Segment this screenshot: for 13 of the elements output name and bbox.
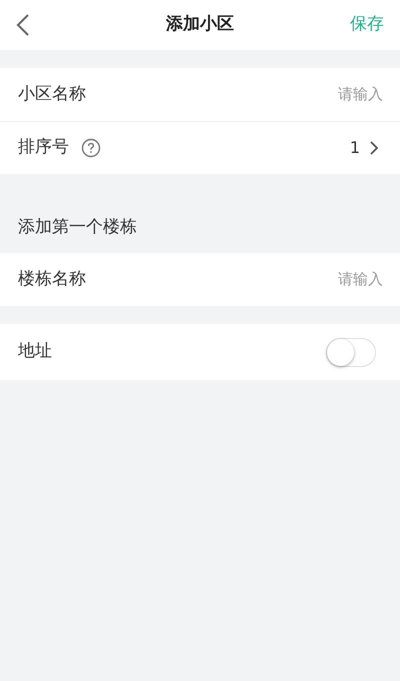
page-title: 添加小区 xyxy=(166,13,234,36)
select-value[interactable]: 1 xyxy=(350,136,360,160)
help-icon[interactable] xyxy=(81,138,101,158)
section-title: 添加第一个楼栋 xyxy=(18,217,137,237)
back-icon xyxy=(16,13,30,37)
input-field[interactable]: 请输入 xyxy=(233,268,383,291)
field-label: 楼栋名称 xyxy=(18,268,86,291)
field-label: 地址 xyxy=(18,340,52,364)
field-label: 排序号 xyxy=(18,136,69,160)
chevron-right-icon[interactable] xyxy=(370,141,378,155)
input-field[interactable]: 请输入 xyxy=(233,83,383,106)
field-label: 小区名称 xyxy=(18,82,86,106)
toggle-switch[interactable] xyxy=(326,338,376,366)
